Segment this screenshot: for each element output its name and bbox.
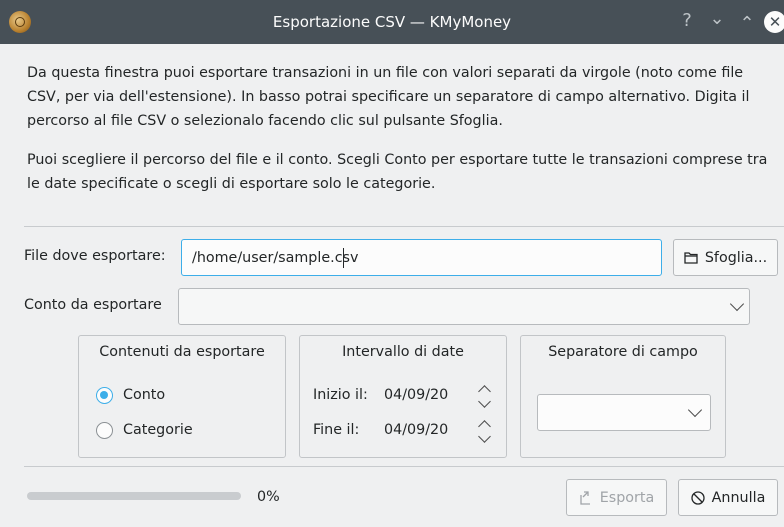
end-date-label: Fine il: — [313, 422, 360, 438]
minimize-button[interactable]: ⌄ — [706, 8, 728, 30]
browse-label: Sfoglia... — [704, 249, 768, 266]
export-icon — [580, 490, 590, 505]
end-date-input[interactable]: 04/09/20 — [384, 422, 448, 438]
separator-group: Separatore di campo — [520, 335, 726, 458]
date-range-title: Intervallo di date — [342, 344, 464, 360]
progress-text: 0% — [257, 489, 280, 505]
browse-button[interactable]: Sfoglia... — [673, 239, 778, 276]
folder-icon — [684, 251, 698, 264]
close-button[interactable]: ✕ — [764, 11, 784, 33]
export-button[interactable]: Esporta — [566, 479, 667, 516]
file-path-value: /home/user/sample.csv — [192, 250, 359, 266]
intro-paragraph-1: Da questa finestra puoi esportare transa… — [27, 65, 750, 129]
radio-categorie[interactable] — [96, 422, 113, 439]
help-button[interactable]: ? — [676, 10, 698, 32]
title-bar[interactable]: Esportazione CSV — KMyMoney ? ⌄ ⌃ ✕ — [0, 0, 784, 44]
radio-conto-label[interactable]: Conto — [123, 387, 165, 403]
cancel-icon — [691, 490, 705, 505]
chevron-down-icon — [729, 296, 745, 312]
export-label: Esporta — [599, 489, 655, 506]
file-path-input[interactable]: /home/user/sample.csv — [181, 239, 662, 276]
progress-bar — [27, 492, 241, 500]
cancel-label: Annulla — [711, 489, 766, 506]
end-date-down-arrow-icon[interactable] — [478, 430, 491, 443]
contents-title: Contenuti da esportare — [99, 344, 265, 360]
file-label: File dove esportare: — [24, 248, 166, 264]
maximize-button[interactable]: ⌃ — [736, 13, 758, 35]
chevron-down-icon — [687, 402, 703, 418]
start-date-down-arrow-icon[interactable] — [478, 395, 491, 408]
account-dropdown[interactable] — [178, 288, 750, 325]
start-date-input[interactable]: 04/09/20 — [384, 387, 448, 403]
contents-group: Contenuti da esportare Conto Categorie — [78, 335, 286, 458]
intro-paragraph-2: Puoi scegliere il percorso del file e il… — [27, 152, 768, 192]
separator-title: Separatore di campo — [548, 344, 698, 360]
radio-conto[interactable] — [96, 387, 113, 404]
divider-top — [24, 226, 784, 227]
divider-bottom — [24, 466, 784, 467]
separator-dropdown[interactable] — [537, 394, 711, 431]
cancel-button[interactable]: Annulla — [678, 479, 778, 516]
text-caret — [343, 248, 344, 268]
account-label: Conto da esportare — [24, 297, 162, 313]
start-date-label: Inizio il: — [313, 387, 368, 403]
radio-categorie-label[interactable]: Categorie — [123, 422, 193, 438]
date-range-group: Intervallo di date Inizio il: 04/09/20 F… — [299, 335, 507, 458]
window-title: Esportazione CSV — KMyMoney — [272, 13, 512, 31]
